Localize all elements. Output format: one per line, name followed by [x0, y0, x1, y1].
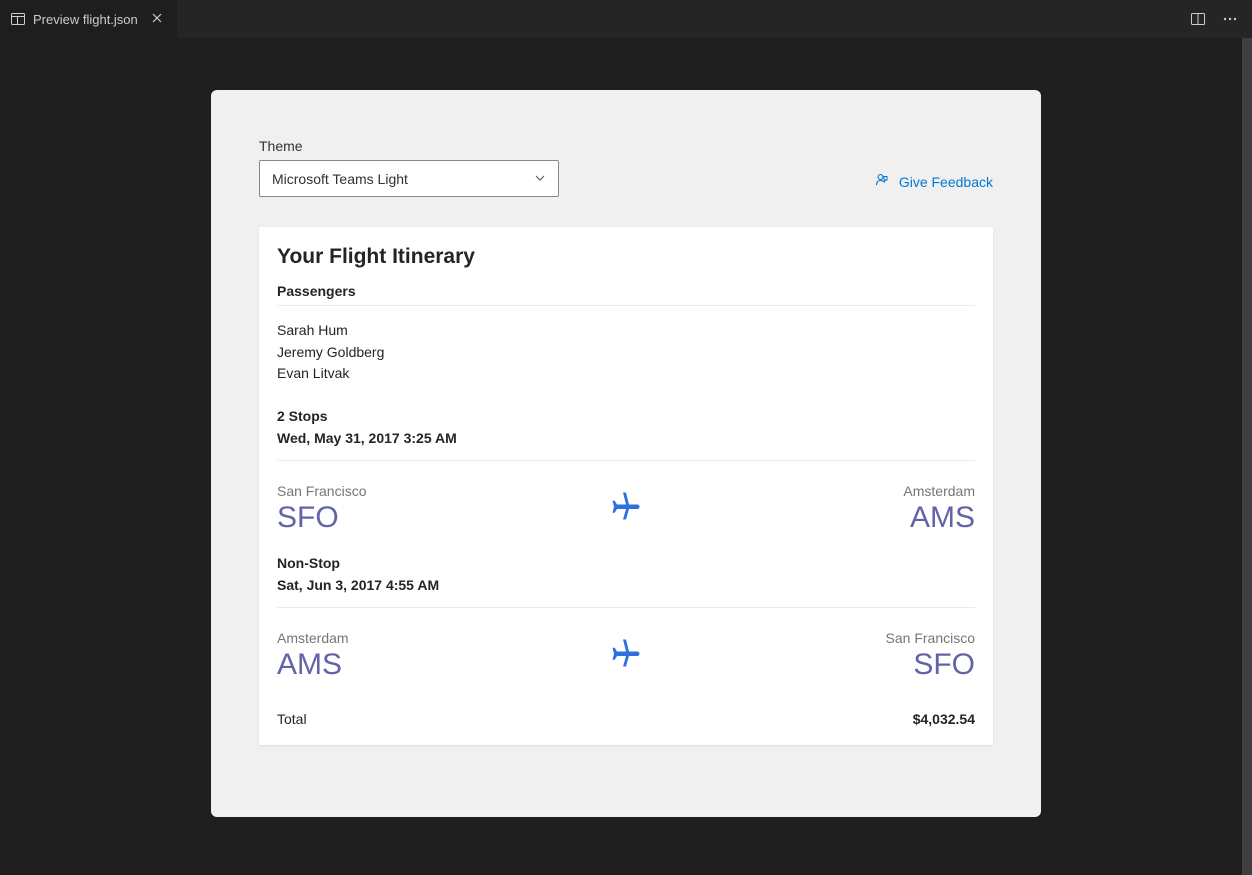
scrollbar-thumb[interactable]	[1242, 38, 1252, 875]
content-area: Theme Microsoft Teams Light	[0, 38, 1252, 875]
airplane-icon	[608, 511, 644, 528]
card-title: Your Flight Itinerary	[277, 245, 975, 269]
tab-bar: Preview flight.json	[0, 0, 1252, 38]
theme-dropdown[interactable]: Microsoft Teams Light	[259, 160, 559, 197]
tab-preview-flight[interactable]: Preview flight.json	[0, 0, 177, 38]
passenger-item: Sarah Hum	[277, 320, 975, 342]
flight-leg-2: Amsterdam AMS San Francisco SFO	[277, 608, 975, 699]
panel-header: Theme Microsoft Teams Light	[259, 138, 993, 197]
theme-selected-value: Microsoft Teams Light	[272, 171, 408, 187]
leg-center	[596, 635, 656, 676]
from-city: San Francisco	[277, 483, 596, 499]
flight-header-2: Non-Stop Sat, Jun 3, 2017 4:55 AM	[277, 552, 975, 608]
total-label: Total	[277, 711, 307, 727]
leg-from: San Francisco SFO	[277, 483, 596, 534]
more-actions-icon[interactable]	[1218, 7, 1242, 31]
tab-title: Preview flight.json	[33, 12, 138, 27]
give-feedback-link[interactable]: Give Feedback	[875, 172, 993, 191]
leg-center	[596, 488, 656, 529]
close-icon[interactable]	[147, 9, 167, 30]
leg-from: Amsterdam AMS	[277, 630, 596, 681]
passengers-header: Passengers	[277, 283, 975, 306]
to-city: San Francisco	[656, 630, 975, 646]
flight-stops: 2 Stops	[277, 405, 975, 427]
total-amount: $4,032.54	[913, 711, 975, 727]
passenger-item: Jeremy Goldberg	[277, 342, 975, 364]
scrollbar[interactable]	[1242, 38, 1252, 875]
leg-to: San Francisco SFO	[656, 630, 975, 681]
flight-datetime: Sat, Jun 3, 2017 4:55 AM	[277, 574, 975, 596]
split-editor-icon[interactable]	[1186, 7, 1210, 31]
from-code: AMS	[277, 648, 596, 681]
preview-icon	[10, 11, 26, 27]
to-code: SFO	[656, 648, 975, 681]
theme-label: Theme	[259, 138, 559, 154]
flight-stops: Non-Stop	[277, 552, 975, 574]
to-code: AMS	[656, 501, 975, 534]
itinerary-card: Your Flight Itinerary Passengers Sarah H…	[259, 227, 993, 745]
from-city: Amsterdam	[277, 630, 596, 646]
tab-actions	[1186, 7, 1242, 31]
feedback-label: Give Feedback	[899, 174, 993, 190]
chevron-down-icon	[534, 171, 546, 187]
total-row: Total $4,032.54	[277, 699, 975, 727]
to-city: Amsterdam	[656, 483, 975, 499]
theme-section: Theme Microsoft Teams Light	[259, 138, 559, 197]
flight-header-1: 2 Stops Wed, May 31, 2017 3:25 AM	[277, 405, 975, 461]
feedback-icon	[875, 172, 891, 191]
passengers-list: Sarah Hum Jeremy Goldberg Evan Litvak	[277, 306, 975, 405]
flight-leg-1: San Francisco SFO Amsterdam AMS	[277, 461, 975, 552]
airplane-icon	[608, 658, 644, 675]
passenger-item: Evan Litvak	[277, 363, 975, 385]
from-code: SFO	[277, 501, 596, 534]
leg-to: Amsterdam AMS	[656, 483, 975, 534]
preview-panel: Theme Microsoft Teams Light	[211, 90, 1041, 817]
flight-datetime: Wed, May 31, 2017 3:25 AM	[277, 427, 975, 449]
